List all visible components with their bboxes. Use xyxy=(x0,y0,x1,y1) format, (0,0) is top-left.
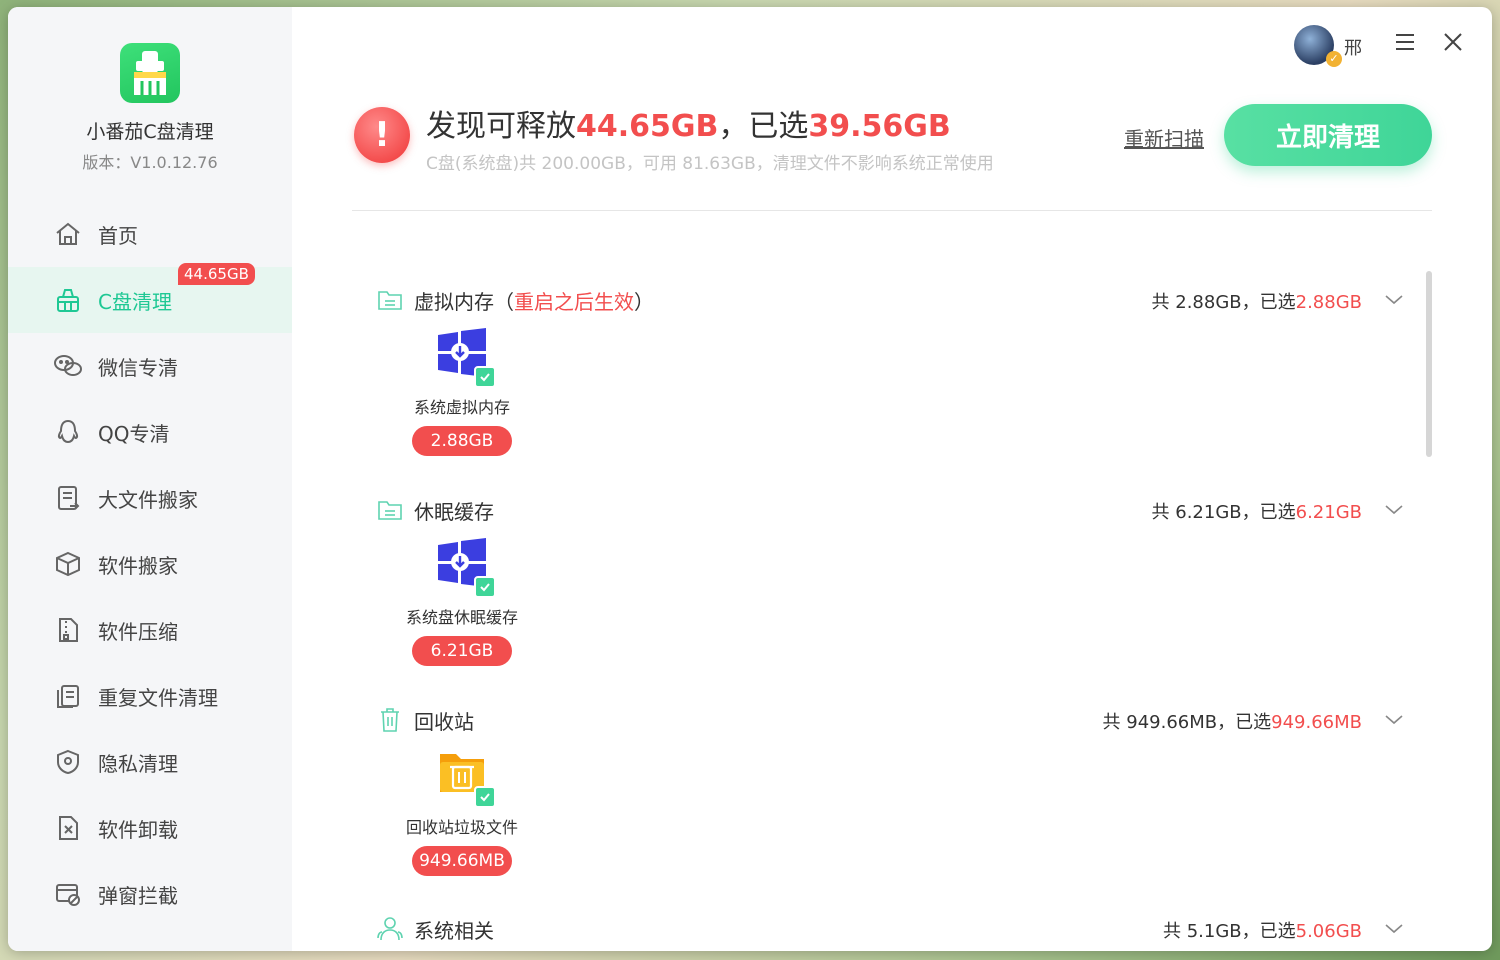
selected-size: 39.56GB xyxy=(808,109,951,144)
section-virtual-memory: 虚拟内存（重启之后生效） 共 2.88GB，已选2.88GB 系统虚拟内存 2.… xyxy=(376,280,1416,490)
shield-icon xyxy=(52,746,84,778)
sidebar-item-software-move[interactable]: 软件搬家 xyxy=(8,531,292,597)
clean-item[interactable]: 回收站垃圾文件 949.66MB xyxy=(394,748,530,876)
folder-icon xyxy=(376,286,404,314)
basket-icon xyxy=(52,284,84,316)
sidebar-item-label: C盘清理 xyxy=(98,289,172,314)
clean-now-button[interactable]: 立即清理 xyxy=(1224,104,1432,166)
alert-icon: ! xyxy=(354,107,410,163)
sidebar-item-label: 首页 xyxy=(98,223,138,248)
username[interactable]: 邢 xyxy=(1344,34,1362,60)
section-header[interactable]: 虚拟内存（重启之后生效） 共 2.88GB，已选2.88GB xyxy=(376,280,1416,320)
clean-item[interactable]: 系统虚拟内存 2.88GB xyxy=(394,328,530,456)
sidebar-item-popup-block[interactable]: 弹窗拦截 xyxy=(8,861,292,927)
sidebar-nav: 首页 C盘清理 44.65GB 微信专清 QQ专清 大文件搬家 软件搬家 软件压… xyxy=(8,201,292,927)
sidebar-item-label: 软件搬家 xyxy=(98,553,178,578)
disk-info: C盘(系统盘)共 200.00GB，可用 81.63GB，清理文件不影响系统正常… xyxy=(426,154,994,174)
scrollbar[interactable] xyxy=(1426,271,1432,457)
windows-icon xyxy=(432,328,496,388)
sidebar-item-label: 软件卸载 xyxy=(98,817,178,842)
recycle-folder-icon xyxy=(432,748,496,808)
section-header[interactable]: 休眠缓存 共 6.21GB，已选6.21GB xyxy=(376,490,1416,530)
trash-icon xyxy=(376,706,404,734)
item-size-badge: 949.66MB xyxy=(412,846,512,876)
section-title: 休眠缓存 xyxy=(414,499,494,524)
section-system-related: 系统相关 共 5.1GB，已选5.06GB xyxy=(376,909,1416,951)
section-stats: 共 5.1GB，已选5.06GB xyxy=(1162,921,1362,942)
sidebar-item-label: QQ专清 xyxy=(98,421,170,446)
sidebar-item-software-zip[interactable]: 软件压缩 xyxy=(8,597,292,663)
sidebar-item-label: 弹窗拦截 xyxy=(98,883,178,908)
section-stats: 共 2.88GB，已选2.88GB xyxy=(1151,292,1362,313)
rescan-link[interactable]: 重新扫描 xyxy=(1124,123,1204,152)
checkbox-checked-icon[interactable] xyxy=(474,576,496,598)
item-size-badge: 6.21GB xyxy=(412,636,512,666)
section-header[interactable]: 系统相关 共 5.1GB，已选5.06GB xyxy=(376,909,1416,949)
summary-mid: ，已选 xyxy=(718,109,809,144)
file-move-icon xyxy=(52,482,84,514)
vip-check-icon: ✓ xyxy=(1326,51,1342,67)
sidebar-item-label: 隐私清理 xyxy=(98,751,178,776)
sidebar-item-file-move[interactable]: 大文件搬家 xyxy=(8,465,292,531)
sidebar-item-c-clean[interactable]: C盘清理 44.65GB xyxy=(8,263,292,333)
section-title: 回收站 xyxy=(414,709,474,734)
checkbox-checked-icon[interactable] xyxy=(474,366,496,388)
item-label: 系统盘休眠缓存 xyxy=(405,608,518,627)
summary-prefix: 发现可释放 xyxy=(426,109,576,144)
close-icon[interactable] xyxy=(1440,29,1466,55)
chevron-down-icon[interactable] xyxy=(1382,498,1406,522)
section-stats: 共 6.21GB，已选6.21GB xyxy=(1151,502,1362,523)
zip-icon xyxy=(52,614,84,646)
clean-item[interactable]: 系统盘休眠缓存 6.21GB xyxy=(394,538,530,666)
chevron-down-icon[interactable] xyxy=(1382,288,1406,312)
sidebar-item-label: 软件压缩 xyxy=(98,619,178,644)
section-note: 重启之后生效 xyxy=(514,289,634,314)
section-hibernate-cache: 休眠缓存 共 6.21GB，已选6.21GB 系统盘休眠缓存 6.21GB xyxy=(376,490,1416,700)
sidebar-item-duplicate[interactable]: 重复文件清理 xyxy=(8,663,292,729)
windows-icon xyxy=(432,538,496,598)
app-name: 小番茄C盘清理 xyxy=(86,121,214,143)
sidebar-item-privacy[interactable]: 隐私清理 xyxy=(8,729,292,795)
section-title: 系统相关 xyxy=(414,918,494,943)
scan-summary: 发现可释放44.65GB，已选39.56GB xyxy=(426,101,951,145)
item-size-badge: 2.88GB xyxy=(412,426,512,456)
duplicate-icon xyxy=(52,680,84,712)
sidebar-item-label: 重复文件清理 xyxy=(98,685,218,710)
home-icon xyxy=(52,218,84,250)
qq-icon xyxy=(52,416,84,448)
found-size: 44.65GB xyxy=(576,109,719,144)
item-label: 回收站垃圾文件 xyxy=(405,818,518,837)
sidebar-item-label: 微信专清 xyxy=(98,355,178,380)
sidebar-item-home[interactable]: 首页 xyxy=(8,201,292,267)
sidebar-item-qq[interactable]: QQ专清 xyxy=(8,399,292,465)
sidebar-item-uninstall[interactable]: 软件卸载 xyxy=(8,795,292,861)
item-label: 系统虚拟内存 xyxy=(413,398,510,417)
package-icon xyxy=(52,548,84,580)
sidebar-item-wechat[interactable]: 微信专清 xyxy=(8,333,292,399)
chevron-down-icon[interactable] xyxy=(1382,708,1406,732)
size-badge: 44.65GB xyxy=(178,263,255,285)
uninstall-icon xyxy=(52,812,84,844)
checkbox-checked-icon[interactable] xyxy=(474,786,496,808)
section-recycle-bin: 回收站 共 949.66MB，已选949.66MB 回收站垃圾文件 949.66… xyxy=(376,700,1416,910)
sidebar-item-label: 大文件搬家 xyxy=(98,487,198,512)
divider xyxy=(352,210,1432,211)
chevron-down-icon[interactable] xyxy=(1382,917,1406,941)
app-logo xyxy=(120,43,180,103)
folder-icon xyxy=(376,496,404,524)
section-title: 虚拟内存（重启之后生效） xyxy=(414,289,654,314)
wechat-icon xyxy=(52,350,84,382)
user-group-icon xyxy=(376,915,404,943)
sidebar: 小番茄C盘清理 版本：V1.0.12.76 首页 C盘清理 44.65GB 微信… xyxy=(8,7,292,951)
section-header[interactable]: 回收站 共 949.66MB，已选949.66MB xyxy=(376,700,1416,740)
popup-block-icon xyxy=(52,878,84,910)
section-stats: 共 949.66MB，已选949.66MB xyxy=(1102,712,1362,733)
main-panel: ✓ 邢 ! 发现可释放44.65GB，已选39.56GB C盘(系统盘)共 20… xyxy=(292,7,1492,951)
app-window: 小番茄C盘清理 版本：V1.0.12.76 首页 C盘清理 44.65GB 微信… xyxy=(8,7,1492,951)
app-version: 版本：V1.0.12.76 xyxy=(82,153,218,172)
menu-icon[interactable] xyxy=(1392,29,1418,55)
